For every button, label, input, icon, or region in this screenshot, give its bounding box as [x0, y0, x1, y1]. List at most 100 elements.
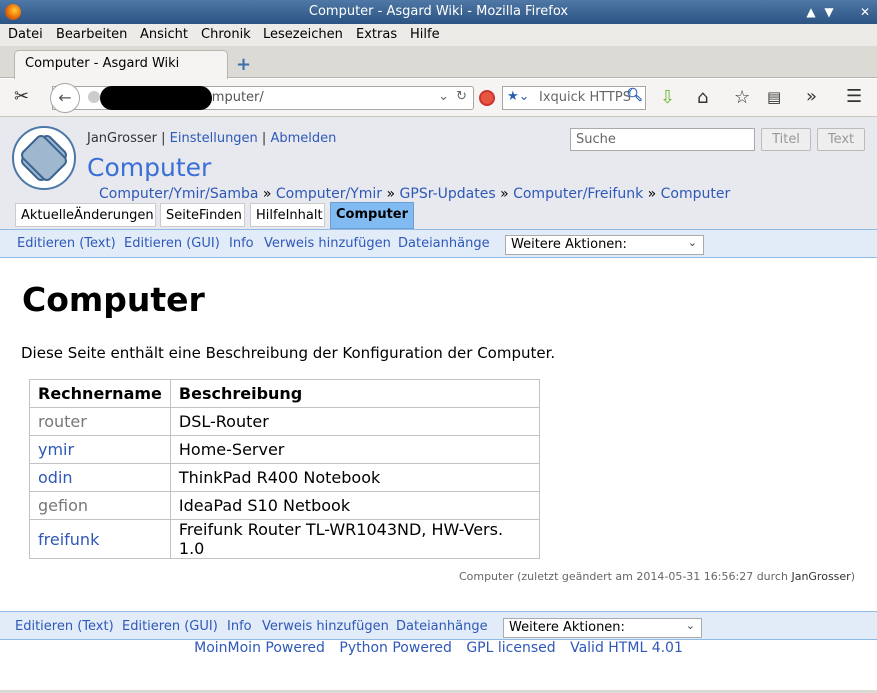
page-info-text: Computer (zuletzt geändert am 2014-05-31… [458, 570, 792, 583]
back-button[interactable]: ← [50, 83, 80, 113]
menu-extras[interactable]: Extras [356, 27, 397, 42]
toolbar-overflow-icon[interactable]: » [806, 86, 817, 107]
magnifier-icon[interactable]: 🔍︎ [626, 88, 643, 103]
moinmoin-powered-link[interactable]: MoinMoin Powered [194, 640, 325, 656]
text-search-button[interactable]: Text [817, 128, 865, 151]
back-arrow-icon: ← [58, 88, 72, 107]
wiki-search-input[interactable]: Suche [570, 128, 755, 151]
computer-description: DSL-Router [169, 407, 540, 436]
computer-name: router [29, 407, 171, 436]
valid-html-link[interactable]: Valid HTML 4.01 [570, 640, 683, 656]
tab-find-page[interactable]: SeiteFinden [160, 203, 245, 227]
more-actions-select[interactable]: Weitere Aktionen: ⌄ [503, 618, 702, 638]
hamburger-menu-icon[interactable]: ☰ [846, 86, 862, 107]
menu-bearbeiten[interactable]: Bearbeiten [56, 27, 127, 42]
browser-tab[interactable]: Computer - Asgard Wiki [14, 50, 228, 79]
column-header: Beschreibung [169, 379, 540, 408]
computer-description: IdeaPad S10 Netbook [169, 491, 540, 520]
content-heading: Computer [22, 280, 205, 319]
table-row: freifunk Freifunk Router TL-WR1043ND, HW… [29, 519, 540, 559]
edit-gui-action[interactable]: Editieren (GUI) [124, 236, 220, 251]
more-actions-label: Weitere Aktionen: [511, 237, 627, 252]
computer-table: Rechnername Beschreibung router DSL-Rout… [29, 379, 540, 559]
tab-recent-changes[interactable]: AktuelleÄnderungen [15, 203, 156, 227]
tab-help-contents[interactable]: HilfeInhalt [250, 203, 325, 227]
noscript-icon[interactable] [479, 90, 495, 106]
minimize-icon[interactable]: ▲ [803, 0, 819, 24]
web-search-input[interactable]: ★⌄ Ixquick HTTPS 🔍︎ [502, 86, 646, 110]
edit-text-action[interactable]: Editieren (Text) [15, 619, 114, 634]
more-actions-label: Weitere Aktionen: [509, 620, 625, 635]
breadcrumb-item[interactable]: Computer/Freifunk [513, 186, 643, 202]
tab-title: Computer - Asgard Wiki [25, 56, 180, 71]
download-icon[interactable]: ⇩ [660, 87, 675, 108]
edit-gui-action[interactable]: Editieren (GUI) [122, 619, 218, 634]
footer: MoinMoin Powered Python Powered GPL lice… [0, 640, 877, 656]
edit-text-action[interactable]: Editieren (Text) [17, 236, 116, 251]
wiki-search-placeholder: Suche [576, 132, 616, 147]
attachments-action[interactable]: Dateianhänge [398, 236, 490, 251]
table-row: ymir Home-Server [29, 435, 540, 464]
search-engine-icon[interactable]: ★⌄ [507, 89, 530, 104]
url-dropdown-icon[interactable]: ⌄ [438, 89, 449, 104]
settings-link[interactable]: Einstellungen [170, 131, 258, 146]
home-icon[interactable]: ⌂ [697, 87, 708, 108]
computer-description: ThinkPad R400 Notebook [169, 463, 540, 492]
window-title: Computer - Asgard Wiki - Mozilla Firefox [308, 4, 569, 19]
scissors-icon[interactable]: ✂ [14, 86, 29, 107]
breadcrumb-item[interactable]: GPSr-Updates [400, 186, 496, 202]
computer-link[interactable]: odin [29, 463, 171, 492]
gpl-licensed-link[interactable]: GPL licensed [466, 640, 555, 656]
add-link-action[interactable]: Verweis hinzufügen [264, 236, 391, 251]
user-bar: JanGrosser | Einstellungen | Abmelden [87, 131, 337, 146]
breadcrumb: Computer/Ymir/Samba » Computer/Ymir » GP… [99, 186, 731, 202]
web-search-placeholder: Ixquick HTTPS [539, 90, 631, 105]
page-info: Computer (zuletzt geändert am 2014-05-31… [459, 570, 855, 583]
table-row: router DSL-Router [29, 407, 540, 436]
moinmoin-logo[interactable] [12, 126, 76, 190]
page-info-suffix: ) [850, 570, 855, 583]
firefox-icon [5, 4, 21, 20]
logout-link[interactable]: Abmelden [270, 131, 336, 146]
menu-chronik[interactable]: Chronik [201, 27, 251, 42]
intro-text: Diese Seite enthält eine Beschreibung de… [21, 344, 556, 362]
computer-link[interactable]: freifunk [29, 519, 171, 559]
reload-icon[interactable]: ↻ [456, 89, 467, 104]
redacted-url [100, 86, 212, 110]
python-powered-link[interactable]: Python Powered [339, 640, 452, 656]
chevron-down-icon: ⌄ [685, 619, 695, 632]
table-row: odin ThinkPad R400 Notebook [29, 463, 540, 492]
computer-description: Freifunk Router TL-WR1043ND, HW-Vers. 1.… [169, 519, 540, 559]
more-actions-select[interactable]: Weitere Aktionen: ⌄ [505, 235, 704, 255]
bookmark-star-icon[interactable]: ☆ [734, 87, 750, 108]
info-action[interactable]: Info [229, 236, 254, 251]
column-header: Rechnername [29, 379, 171, 408]
computer-name: gefion [29, 491, 171, 520]
table-header-row: Rechnername Beschreibung [29, 379, 540, 408]
chevron-down-icon: ⌄ [687, 236, 697, 249]
page-title[interactable]: Computer [87, 153, 211, 182]
globe-icon [88, 91, 100, 103]
username[interactable]: JanGrosser [87, 131, 157, 146]
table-row: gefion IdeaPad S10 Netbook [29, 491, 540, 520]
breadcrumb-item[interactable]: Computer/Ymir [276, 186, 382, 202]
computer-link[interactable]: ymir [29, 435, 171, 464]
menu-hilfe[interactable]: Hilfe [410, 27, 440, 42]
page-info-user[interactable]: JanGrosser [791, 570, 850, 583]
menu-lesezeichen[interactable]: Lesezeichen [263, 27, 343, 42]
breadcrumb-item[interactable]: Computer/Ymir/Samba [99, 186, 258, 202]
new-tab-icon[interactable]: + [236, 54, 251, 75]
breadcrumb-item[interactable]: Computer [661, 186, 731, 202]
clipboard-icon[interactable]: ▤ [767, 88, 781, 106]
title-search-button[interactable]: Titel [761, 128, 811, 151]
computer-description: Home-Server [169, 435, 540, 464]
info-action[interactable]: Info [227, 619, 252, 634]
attachments-action[interactable]: Dateianhänge [396, 619, 488, 634]
add-link-action[interactable]: Verweis hinzufügen [262, 619, 389, 634]
menubar: Datei Bearbeiten Ansicht Chronik Lesezei… [0, 24, 877, 46]
maximize-icon[interactable]: ▼ [821, 0, 837, 24]
menu-ansicht[interactable]: Ansicht [140, 27, 188, 42]
close-icon[interactable]: ✕ [857, 0, 873, 24]
tab-computer[interactable]: Computer [330, 202, 414, 229]
menu-datei[interactable]: Datei [8, 27, 43, 42]
